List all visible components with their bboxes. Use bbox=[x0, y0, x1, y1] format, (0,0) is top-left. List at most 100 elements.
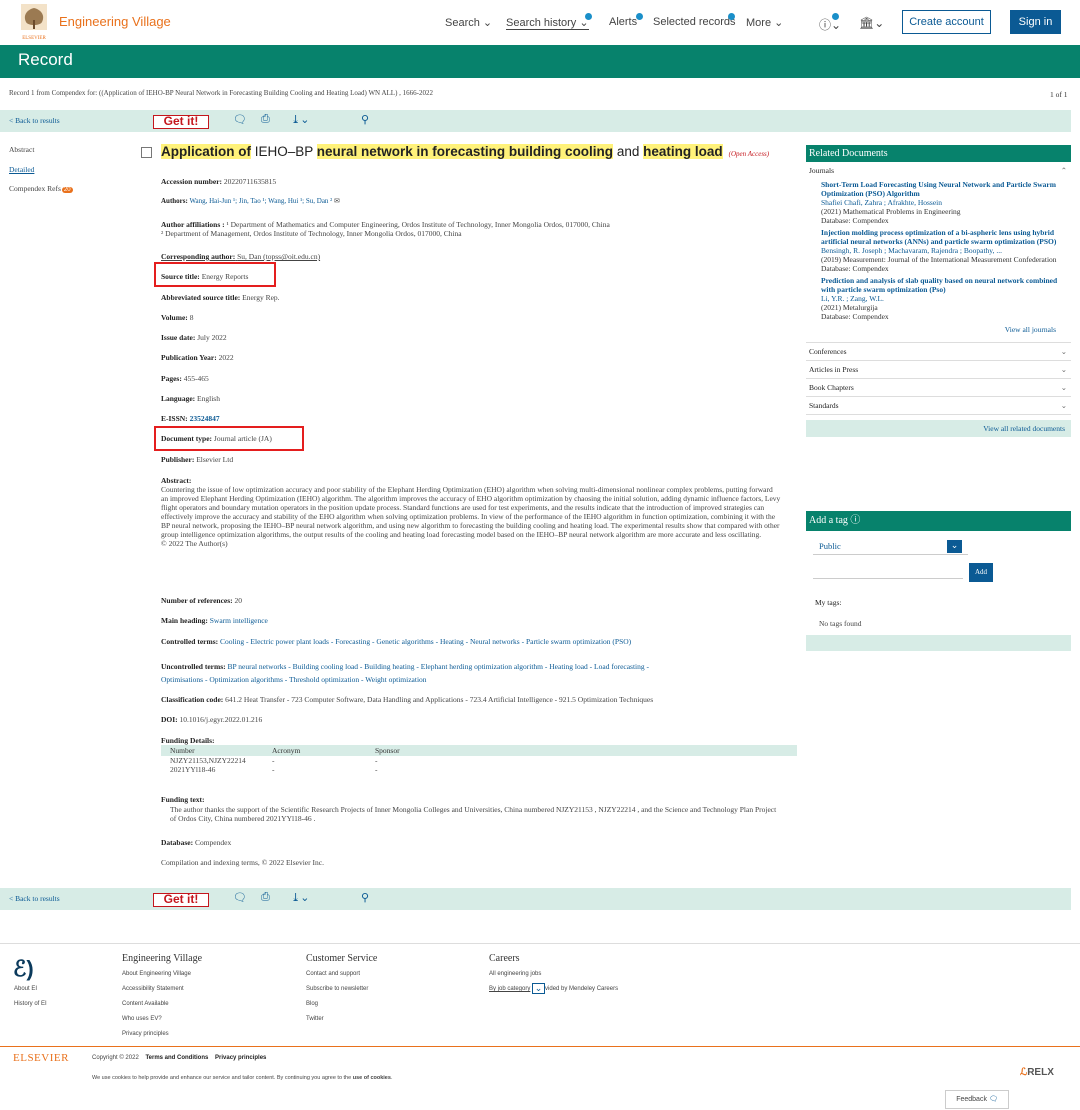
conferences-section[interactable]: Conferences ⌄ bbox=[806, 343, 1071, 361]
search-icon[interactable]: ⚲ bbox=[361, 891, 369, 904]
nav-search-history-label: Search history bbox=[506, 17, 577, 29]
related-item-title[interactable]: Prediction and analysis of slab quality … bbox=[821, 276, 1071, 294]
articles-in-press-section[interactable]: Articles in Press ⌄ bbox=[806, 361, 1071, 379]
notification-dot-icon bbox=[636, 13, 643, 20]
add-tag-button[interactable]: Add bbox=[969, 563, 993, 582]
back-to-results-link[interactable]: < Back to results bbox=[9, 894, 60, 903]
footer-link[interactable]: All engineering jobs bbox=[489, 967, 618, 982]
section-label: Standards bbox=[809, 401, 839, 410]
related-item-authors[interactable]: Bensingh, R. Joseph ; Machavaram, Rajend… bbox=[821, 246, 1071, 255]
elsevier-tree-logo[interactable]: ELSEVIER bbox=[18, 2, 50, 42]
chevron-down-icon: ⌄ bbox=[1060, 365, 1067, 374]
eissn-link[interactable]: 23524847 bbox=[190, 414, 220, 423]
journals-label: Journals bbox=[809, 166, 834, 175]
institution-icon[interactable]: 🏛⌄ bbox=[859, 16, 884, 30]
title-part: and bbox=[613, 144, 644, 159]
comment-icon[interactable]: 🗨 bbox=[233, 891, 247, 904]
cookie-link[interactable]: use of cookies bbox=[353, 1075, 391, 1081]
select-record-checkbox[interactable] bbox=[141, 147, 152, 158]
accession-value: 20220711635815 bbox=[223, 177, 277, 186]
related-item-authors[interactable]: Li, Y.R. ; Zang, W.L. bbox=[821, 294, 1071, 303]
related-item-authors[interactable]: Shafiei Chafi, Zahra ; Afrakhte, Hossein bbox=[821, 198, 1071, 207]
privacy-link[interactable]: Privacy principles bbox=[215, 1055, 266, 1061]
download-icon[interactable]: ⤓⌄ bbox=[291, 891, 309, 904]
create-account-button[interactable]: Create account bbox=[902, 10, 991, 34]
footer-link[interactable]: Blog bbox=[306, 997, 377, 1012]
nav-alerts-label: Alerts bbox=[609, 16, 638, 28]
sign-in-button[interactable]: Sign in bbox=[1010, 10, 1061, 34]
journals-section-header[interactable]: Journals ⌃ bbox=[806, 162, 1071, 180]
feedback-label: Feedback bbox=[956, 1096, 987, 1103]
get-it-button[interactable]: Get it! bbox=[153, 893, 209, 907]
related-item-source: (2021) Metalurgija bbox=[821, 303, 878, 312]
nav-selected-records[interactable]: Selected records bbox=[653, 16, 736, 28]
book-chapters-section[interactable]: Book Chapters ⌄ bbox=[806, 379, 1071, 397]
field-label: Controlled terms: bbox=[161, 637, 219, 646]
footer-link[interactable]: Subscribe to newsletter bbox=[306, 982, 377, 997]
uncontrolled-terms-links[interactable]: BP neural networks - Building cooling lo… bbox=[228, 662, 650, 671]
back-to-results-link[interactable]: < Back to results bbox=[9, 116, 60, 125]
article-title: Application of IEHO–BP neural network in… bbox=[161, 144, 769, 159]
field-label: Publication Year: bbox=[161, 353, 217, 362]
tag-input[interactable] bbox=[813, 578, 963, 579]
get-it-button[interactable]: Get it! bbox=[153, 115, 209, 129]
field-label: Authors: bbox=[161, 197, 188, 205]
chevron-down-icon[interactable]: ⌄ bbox=[532, 982, 546, 994]
feedback-button[interactable]: Feedback 🗨 bbox=[945, 1090, 1009, 1109]
footer-link[interactable]: History of EI bbox=[14, 997, 47, 1012]
footer-link[interactable]: Content Available bbox=[122, 997, 202, 1012]
related-item-title[interactable]: Injection molding process optimization o… bbox=[821, 228, 1071, 246]
side-nav-detailed[interactable]: Detailed bbox=[9, 165, 34, 174]
tag-visibility-select[interactable]: Public bbox=[813, 538, 968, 555]
nav-more[interactable]: More ⌄ bbox=[746, 16, 783, 29]
info-icon[interactable]: ⓘ bbox=[850, 515, 860, 526]
table-header-row: Number Acronym Sponsor bbox=[161, 745, 797, 756]
search-icon[interactable]: ⚲ bbox=[361, 113, 369, 126]
field-label: Language: bbox=[161, 394, 196, 403]
print-icon[interactable]: ⎙ bbox=[261, 891, 270, 904]
classification-code-value[interactable]: 641.2 Heat Transfer - 723 Computer Softw… bbox=[225, 695, 653, 704]
controlled-terms-links[interactable]: Cooling - Electric power plant loads - F… bbox=[220, 637, 631, 646]
side-nav-compendex-refs[interactable]: Compendex Refs 20 bbox=[9, 184, 73, 193]
doi-value[interactable]: 10.1016/j.egyr.2022.01.216 bbox=[180, 715, 263, 724]
footer-link[interactable]: Contact and support bbox=[306, 967, 377, 982]
print-icon[interactable]: ⎙ bbox=[261, 113, 270, 126]
add-tag-heading: Add a tag ⓘ bbox=[806, 511, 1071, 531]
chevron-down-icon[interactable]: ⌄ bbox=[947, 540, 962, 553]
footer-link[interactable]: Twitter bbox=[306, 1012, 377, 1027]
download-icon[interactable]: ⤓⌄ bbox=[291, 113, 309, 126]
field-label: Uncontrolled terms: bbox=[161, 662, 226, 671]
comment-icon[interactable]: 🗨 bbox=[233, 113, 247, 126]
footer-link[interactable]: By job category bbox=[489, 986, 530, 992]
record-count: 1 of 1 bbox=[1050, 90, 1068, 99]
references-count-field: Number of references: 20 bbox=[161, 596, 242, 605]
corresponding-author-value[interactable]: Su, Dan (topss@oit.edu.cn) bbox=[237, 252, 320, 261]
footer-link[interactable]: Accessibility Statement bbox=[122, 982, 202, 997]
elsevier-wordmark[interactable]: ELSEVIER bbox=[13, 1052, 69, 1064]
email-icon[interactable]: ✉ bbox=[334, 197, 340, 205]
footer-link[interactable]: Who uses EV? bbox=[122, 1012, 202, 1027]
standards-section[interactable]: Standards ⌄ bbox=[806, 397, 1071, 415]
footer-link[interactable]: About Engineering Village bbox=[122, 967, 202, 982]
main-heading-link[interactable]: Swarm intelligence bbox=[210, 616, 268, 625]
nav-search-history[interactable]: Search history ⌄ bbox=[506, 16, 589, 30]
ei-logo-icon[interactable]: ℰ​) bbox=[13, 956, 34, 982]
relx-logo[interactable]: ℒRELX bbox=[1020, 1067, 1054, 1078]
side-nav-abstract[interactable]: Abstract bbox=[9, 145, 34, 154]
footer-link[interactable]: About EI bbox=[14, 982, 47, 997]
table-cell: - bbox=[375, 756, 378, 765]
footer-link[interactable]: Privacy principles bbox=[122, 1027, 202, 1042]
terms-link[interactable]: Terms and Conditions bbox=[145, 1055, 208, 1061]
view-all-related-link[interactable]: View all related documents bbox=[983, 424, 1065, 433]
nav-alerts[interactable]: Alerts bbox=[609, 16, 637, 28]
view-all-journals-link[interactable]: View all journals bbox=[806, 325, 1071, 334]
chevron-down-icon: ⌄ bbox=[1060, 401, 1067, 410]
uncontrolled-terms-links-2[interactable]: Optimisations - Optimization algorithms … bbox=[161, 675, 427, 684]
open-access-label[interactable]: (Open Access) bbox=[729, 150, 770, 158]
brand-title[interactable]: Engineering Village bbox=[59, 14, 171, 29]
authors-links[interactable]: Wang, Hai-Jun ¹; Jin, Tao ¹; Wang, Hui ¹… bbox=[189, 197, 332, 205]
nav-search[interactable]: Search ⌄ bbox=[445, 16, 492, 29]
related-item-title[interactable]: Short-Term Load Forecasting Using Neural… bbox=[821, 180, 1071, 198]
add-tag-heading-label: Add a tag bbox=[809, 515, 848, 526]
record-toolbar-top: < Back to results Get it! 🗨 ⎙ ⤓⌄ ⚲ bbox=[0, 110, 1071, 132]
